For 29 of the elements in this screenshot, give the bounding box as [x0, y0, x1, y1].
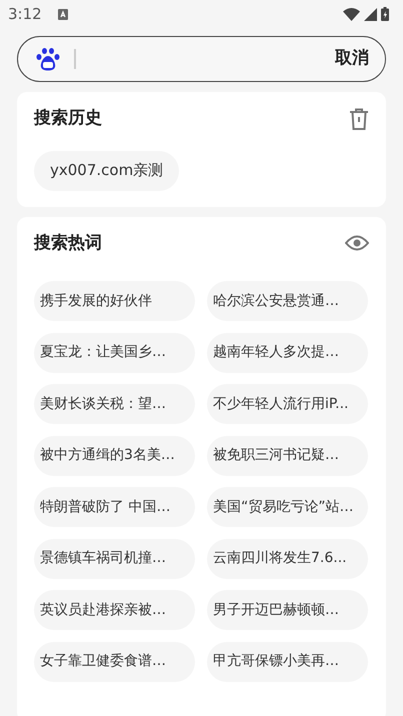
hot-word-chip[interactable]: 越南年轻人多次提…: [207, 332, 368, 372]
history-chip[interactable]: yx007.com亲测: [34, 150, 180, 190]
search-field[interactable]: 取消: [17, 36, 386, 82]
eye-icon[interactable]: [345, 235, 369, 252]
section-title: 搜索热词: [34, 232, 102, 254]
wifi-icon: [343, 8, 360, 20]
paw-logo-icon: [36, 47, 60, 71]
hot-word-chip[interactable]: 哈尔滨公安悬赏通…: [207, 281, 368, 321]
hot-word-chip[interactable]: 不少年轻人流行用iP...: [207, 384, 368, 424]
hot-word-chip[interactable]: 女子靠卫健委食谱…: [34, 642, 195, 682]
battery-icon: [381, 7, 389, 21]
hot-word-chip[interactable]: 男子开迈巴赫顿顿…: [207, 590, 368, 630]
hot-word-chip[interactable]: 云南四川将发生7.6...: [207, 538, 368, 578]
hot-word-chip[interactable]: 美国“贸易吃亏论”站…: [207, 487, 368, 527]
keyboard-notification-icon: [58, 8, 68, 20]
hot-word-chip[interactable]: 携手发展的好伙伴: [34, 281, 195, 321]
hot-word-chip[interactable]: 美财长谈关税：望…: [34, 384, 195, 424]
hot-word-chip[interactable]: 夏宝龙：让美国乡…: [34, 332, 195, 372]
hot-word-chip[interactable]: 特朗普破防了 中国…: [34, 487, 195, 527]
trash-icon[interactable]: [349, 108, 369, 130]
status-time: 3:12: [8, 4, 42, 25]
hot-word-chip[interactable]: 甲亢哥保镖小美再…: [207, 642, 368, 682]
hot-word-chip[interactable]: 景德镇车祸司机撞…: [34, 538, 195, 578]
hot-word-chip[interactable]: 被中方通缉的3名美…: [34, 436, 195, 476]
section-title: 搜索历史: [34, 107, 102, 130]
signal-icon: [364, 8, 377, 20]
hot-word-chip[interactable]: 被免职三河书记疑…: [207, 436, 368, 476]
cancel-button[interactable]: 取消: [335, 46, 369, 72]
hot-word-chip[interactable]: 英议员赴港探亲被…: [34, 590, 195, 630]
